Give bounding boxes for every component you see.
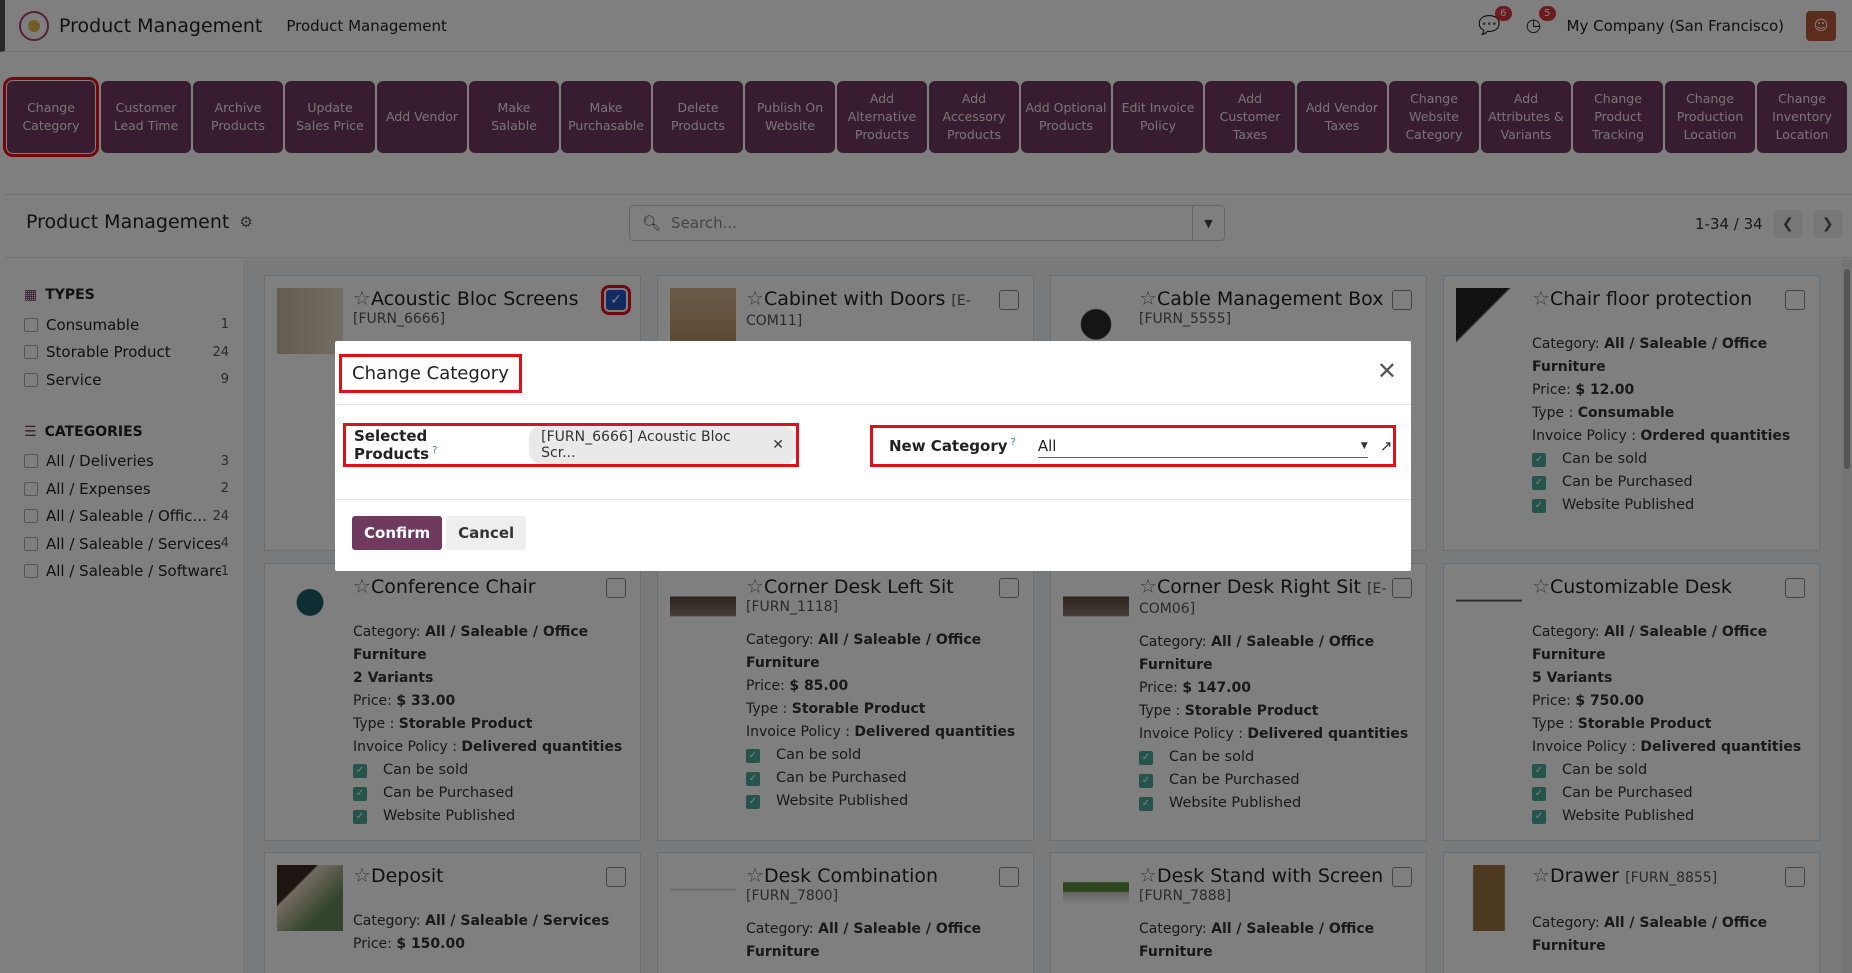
close-icon[interactable]: ✕ bbox=[1377, 357, 1397, 385]
help-tooltip-icon[interactable]: ? bbox=[432, 445, 437, 456]
selected-products-label: Selected Products bbox=[354, 427, 430, 463]
new-category-label: New Category bbox=[889, 437, 1008, 455]
help-tooltip-icon[interactable]: ? bbox=[1011, 437, 1016, 448]
selected-products-field: Selected Products? [FURN_6666] Acoustic … bbox=[343, 423, 799, 467]
external-link-icon[interactable]: ↗ bbox=[1380, 437, 1393, 455]
dialog-title: Change Category bbox=[339, 354, 522, 393]
selected-product-tag[interactable]: [FURN_6666] Acoustic Bloc Scr... ✕ bbox=[529, 426, 796, 464]
new-category-select[interactable]: All ▼ bbox=[1037, 434, 1368, 458]
cancel-button[interactable]: Cancel bbox=[446, 516, 527, 550]
remove-tag-icon[interactable]: ✕ bbox=[772, 437, 784, 453]
dropdown-caret-icon[interactable]: ▼ bbox=[1361, 441, 1368, 451]
new-category-field: New Category? All ▼ ↗ bbox=[870, 425, 1396, 467]
change-category-dialog: Change Category ✕ Selected Products? [FU… bbox=[335, 341, 1411, 571]
confirm-button[interactable]: Confirm bbox=[352, 516, 443, 550]
